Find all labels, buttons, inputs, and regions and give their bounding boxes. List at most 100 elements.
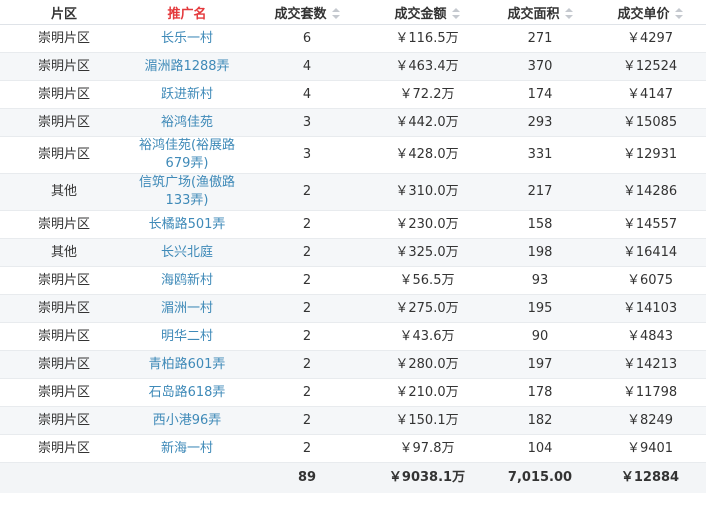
area-cell: 198 [486, 238, 594, 267]
project-link[interactable]: 裕鸿佳苑(裕展路679弄) [128, 136, 246, 174]
amount-cell: ￥116.5万 [368, 24, 486, 53]
district-cell: 崇明片区 [0, 52, 128, 81]
district-cell: 崇明片区 [0, 350, 128, 379]
table-row: 崇明片区 海鸥新村 2 ￥56.5万 93 ￥6075 [0, 266, 706, 295]
district-cell: 其他 [0, 173, 128, 211]
district-cell: 崇明片区 [0, 266, 128, 295]
amount-cell: ￥56.5万 [368, 266, 486, 295]
price-cell: ￥14286 [594, 173, 706, 211]
price-cell: ￥14213 [594, 350, 706, 379]
table-row: 崇明片区 明华二村 2 ￥43.6万 90 ￥4843 [0, 322, 706, 351]
project-link[interactable]: 石岛路618弄 [128, 378, 246, 407]
project-link[interactable]: 长橘路501弄 [128, 210, 246, 239]
district-cell: 崇明片区 [0, 80, 128, 109]
project-link[interactable]: 海鸥新村 [128, 266, 246, 295]
district-cell: 崇明片区 [0, 434, 128, 463]
area-cell: 217 [486, 173, 594, 211]
amount-cell: ￥230.0万 [368, 210, 486, 239]
project-link[interactable]: 裕鸿佳苑 [128, 108, 246, 137]
sort-icon[interactable] [331, 7, 340, 19]
price-cell: ￥14557 [594, 210, 706, 239]
district-cell: 崇明片区 [0, 322, 128, 351]
price-cell: ￥8249 [594, 406, 706, 435]
area-cell: 370 [486, 52, 594, 81]
area-cell: 331 [486, 136, 594, 174]
project-link[interactable]: 青柏路601弄 [128, 350, 246, 379]
count-cell: 2 [246, 173, 368, 211]
header-area[interactable]: 成交面积 [486, 0, 594, 25]
sort-icon[interactable] [451, 7, 460, 19]
total-amount: ￥9038.1万 [368, 462, 486, 493]
count-cell: 6 [246, 24, 368, 53]
area-cell: 93 [486, 266, 594, 295]
table-row: 崇明片区 长乐一村 6 ￥116.5万 271 ￥4297 [0, 24, 706, 53]
count-cell: 2 [246, 294, 368, 323]
area-cell: 182 [486, 406, 594, 435]
price-cell: ￥11798 [594, 378, 706, 407]
count-cell: 2 [246, 378, 368, 407]
header-amount[interactable]: 成交金额 [368, 0, 486, 25]
area-cell: 293 [486, 108, 594, 137]
amount-cell: ￥463.4万 [368, 52, 486, 81]
header-row: 片区 推广名 成交套数 成交金额 成交面积 成交单价 [0, 0, 706, 25]
project-link[interactable]: 湄洲路1288弄 [128, 52, 246, 81]
price-cell: ￥4843 [594, 322, 706, 351]
count-cell: 2 [246, 238, 368, 267]
amount-cell: ￥442.0万 [368, 108, 486, 137]
count-cell: 2 [246, 322, 368, 351]
district-cell: 崇明片区 [0, 294, 128, 323]
district-cell: 崇明片区 [0, 378, 128, 407]
price-cell: ￥4297 [594, 24, 706, 53]
area-cell: 178 [486, 378, 594, 407]
total-name [128, 462, 246, 493]
count-cell: 2 [246, 406, 368, 435]
price-cell: ￥6075 [594, 266, 706, 295]
table-row: 崇明片区 石岛路618弄 2 ￥210.0万 178 ￥11798 [0, 378, 706, 407]
price-cell: ￥14103 [594, 294, 706, 323]
sort-icon[interactable] [564, 7, 573, 19]
table-row: 崇明片区 新海一村 2 ￥97.8万 104 ￥9401 [0, 434, 706, 463]
table-row: 其他 信筑广场(渔傲路133弄) 2 ￥310.0万 217 ￥14286 [0, 173, 706, 211]
total-price: ￥12884 [594, 462, 706, 493]
project-link[interactable]: 长兴北庭 [128, 238, 246, 267]
table-row: 崇明片区 裕鸿佳苑(裕展路679弄) 3 ￥428.0万 331 ￥12931 [0, 136, 706, 174]
amount-cell: ￥325.0万 [368, 238, 486, 267]
project-link[interactable]: 湄洲一村 [128, 294, 246, 323]
total-count: 89 [246, 462, 368, 493]
count-cell: 2 [246, 350, 368, 379]
table-row: 其他 长兴北庭 2 ￥325.0万 198 ￥16414 [0, 238, 706, 267]
header-count[interactable]: 成交套数 [246, 0, 368, 25]
header-district: 片区 [0, 0, 128, 25]
table-row: 崇明片区 西小港96弄 2 ￥150.1万 182 ￥8249 [0, 406, 706, 435]
price-cell: ￥9401 [594, 434, 706, 463]
price-cell: ￥16414 [594, 238, 706, 267]
amount-cell: ￥210.0万 [368, 378, 486, 407]
project-link[interactable]: 信筑广场(渔傲路133弄) [128, 173, 246, 211]
header-name[interactable]: 推广名 [128, 0, 246, 25]
district-cell: 崇明片区 [0, 210, 128, 239]
table-row: 崇明片区 青柏路601弄 2 ￥280.0万 197 ￥14213 [0, 350, 706, 379]
amount-cell: ￥310.0万 [368, 173, 486, 211]
area-cell: 271 [486, 24, 594, 53]
area-cell: 158 [486, 210, 594, 239]
project-link[interactable]: 跃进新村 [128, 80, 246, 109]
project-link[interactable]: 明华二村 [128, 322, 246, 351]
count-cell: 4 [246, 52, 368, 81]
project-link[interactable]: 西小港96弄 [128, 406, 246, 435]
header-price[interactable]: 成交单价 [594, 0, 706, 25]
amount-cell: ￥97.8万 [368, 434, 486, 463]
price-cell: ￥12931 [594, 136, 706, 174]
project-link[interactable]: 长乐一村 [128, 24, 246, 53]
count-cell: 3 [246, 136, 368, 174]
count-cell: 3 [246, 108, 368, 137]
project-link[interactable]: 新海一村 [128, 434, 246, 463]
district-cell: 崇明片区 [0, 24, 128, 53]
count-cell: 2 [246, 210, 368, 239]
table-row: 崇明片区 湄洲一村 2 ￥275.0万 195 ￥14103 [0, 294, 706, 323]
area-cell: 197 [486, 350, 594, 379]
sort-icon[interactable] [674, 7, 683, 19]
district-cell: 崇明片区 [0, 108, 128, 137]
amount-cell: ￥72.2万 [368, 80, 486, 109]
area-cell: 104 [486, 434, 594, 463]
amount-cell: ￥275.0万 [368, 294, 486, 323]
